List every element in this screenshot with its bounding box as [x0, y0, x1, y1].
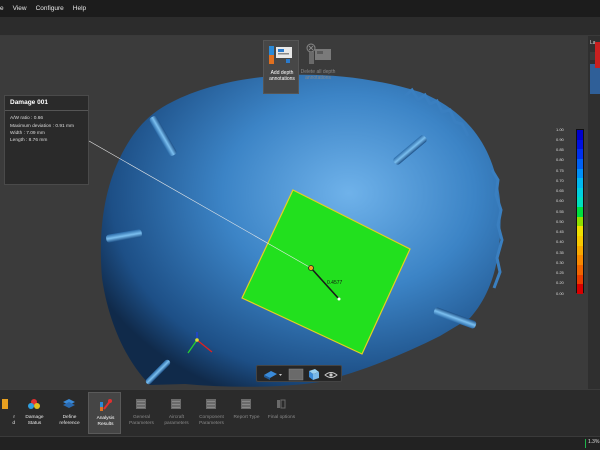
delete-depth-annotations-label: Delete all depth annotations — [300, 69, 336, 81]
color-scale-segment — [577, 139, 583, 150]
color-scale-segment — [577, 187, 583, 198]
delete-annotation-icon — [306, 43, 331, 64]
depth-color-scale: 1.00 0.90 0.85 0.80 0.75 0.70 0.65 0.60 0.55 0.50… — [556, 126, 588, 296]
final-options-button[interactable]: Final options — [265, 392, 298, 434]
define-reference-icon — [63, 399, 75, 408]
color-scale-segment — [577, 264, 583, 275]
menu-bar: e View Configure Help — [0, 0, 600, 17]
report-type-icon — [241, 399, 251, 409]
analysis-results-button[interactable]: Analysis Results — [88, 392, 121, 434]
add-annotation-icon — [269, 46, 292, 64]
final-options-label: Final options — [267, 415, 296, 420]
color-scale-tick: 0.00 — [556, 290, 564, 296]
color-scale-segment — [577, 178, 583, 188]
max-deviation-value: Maximum deviation : 0.91 mm — [10, 123, 74, 129]
report-type-button[interactable]: Report Type — [230, 392, 263, 434]
status-bar: 1.3% — [0, 436, 600, 450]
3d-viewport[interactable]: 0.4577 Add depth annotations Delete all … — [0, 36, 588, 389]
final-options-icon — [277, 399, 286, 409]
cube-view-icon[interactable] — [309, 369, 319, 380]
analysis-results-icon — [100, 399, 112, 411]
partial-step-icon — [2, 399, 8, 409]
color-scale-segment — [577, 149, 583, 159]
view-tools-bar — [256, 365, 342, 382]
aircraft-parameters-icon — [171, 399, 181, 409]
view-orientation-icon[interactable] — [264, 371, 282, 380]
define-reference-button[interactable]: Define reference — [53, 392, 86, 434]
menu-item-help[interactable]: Help — [73, 5, 86, 12]
component-parameters-label: Component Parameters — [199, 415, 224, 426]
color-scale-tick: 0.75 — [556, 167, 564, 173]
color-scale-tick: 0.65 — [556, 188, 564, 193]
color-scale-tick: 0.30 — [556, 259, 564, 265]
color-scale-tick: 0.60 — [556, 198, 564, 204]
color-scale-tick: 1.00 — [556, 126, 564, 132]
color-scale-tick: 0.20 — [556, 280, 564, 286]
color-scale-segment — [577, 197, 583, 208]
general-parameters-icon — [136, 399, 146, 409]
color-scale-segment — [577, 236, 583, 246]
delete-depth-annotations-button[interactable]: Delete all depth annotations — [300, 40, 336, 94]
damage-status-icon — [28, 399, 40, 409]
component-parameters-button[interactable]: Component Parameters — [195, 392, 228, 434]
damage-status-label: Damage Status — [25, 415, 44, 426]
aircraft-parameters-button[interactable]: Aircraft parameters — [160, 392, 193, 434]
color-scale-bar — [576, 129, 584, 294]
color-scale-segment — [577, 245, 583, 256]
component-parameters-icon — [206, 399, 216, 409]
color-scale-tick: 0.90 — [556, 136, 564, 142]
workflow-bar: r d Damage Status Define reference Analy… — [0, 389, 600, 436]
report-type-label: Report Type — [233, 415, 260, 420]
color-scale-segment — [577, 207, 583, 217]
analysis-results-label: Analysis Results — [96, 416, 115, 427]
color-scale-tick: 0.40 — [556, 239, 564, 245]
color-scale-tick: 0.70 — [556, 177, 564, 183]
color-scale-segment — [577, 226, 583, 237]
depth-point-marker[interactable] — [308, 265, 314, 271]
zoom-indicator-mark — [585, 439, 586, 448]
color-scale-segment — [577, 274, 583, 285]
menu-item-file[interactable]: e — [0, 5, 4, 12]
right-panel-selection — [590, 64, 600, 94]
depth-value-label: 0.4577 — [327, 280, 343, 286]
aircraft-parameters-label: Aircraft parameters — [164, 415, 189, 426]
menu-item-view[interactable]: View — [13, 5, 27, 12]
color-scale-tick: 0.35 — [556, 249, 564, 255]
right-panel-scroll-thumb[interactable] — [595, 42, 600, 68]
damage-title: Damage 001 — [5, 96, 88, 111]
color-scale-tick: 0.25 — [556, 270, 564, 275]
aw-ratio-value: A/W ratio : 0.66 — [10, 116, 44, 122]
color-scale-tick: 0.45 — [556, 229, 564, 234]
menu-item-configure[interactable]: Configure — [36, 5, 64, 12]
color-scale-tick: 0.50 — [556, 218, 564, 224]
color-scale-segment — [577, 255, 583, 265]
add-depth-annotations-button[interactable]: Add depth annotations — [263, 40, 299, 94]
toolbar-strip — [0, 17, 600, 36]
display-mode-icon[interactable] — [288, 368, 304, 381]
general-parameters-button[interactable]: General Parameters — [125, 392, 158, 434]
depth-end-marker — [337, 297, 341, 301]
zoom-value: 1.3% — [588, 439, 600, 445]
workflow-step-partial[interactable]: r d — [0, 392, 17, 434]
color-scale-segment — [577, 168, 583, 179]
color-scale-tick: 0.55 — [556, 208, 564, 214]
length-value: Length : 8.76 mm — [10, 138, 48, 144]
color-scale-tick: 0.85 — [556, 147, 564, 152]
right-panel: La — [588, 36, 600, 389]
workflow-step-partial-label: r d — [12, 415, 15, 426]
define-reference-label: Define reference — [59, 415, 80, 426]
color-scale-segment — [577, 284, 583, 294]
general-parameters-label: General Parameters — [129, 415, 154, 426]
damage-info-panel: Damage 001 A/W ratio : 0.66 Maximum devi… — [4, 95, 89, 185]
color-scale-segment — [577, 216, 583, 227]
color-scale-segment — [577, 130, 583, 140]
color-scale-tick: 0.80 — [556, 157, 564, 163]
add-depth-annotations-label: Add depth annotations — [269, 70, 295, 82]
damage-status-button[interactable]: Damage Status — [18, 392, 51, 434]
color-scale-segment — [577, 158, 583, 169]
eye-visibility-icon[interactable] — [324, 372, 338, 378]
width-value: Width : 7.09 mm — [10, 130, 45, 136]
